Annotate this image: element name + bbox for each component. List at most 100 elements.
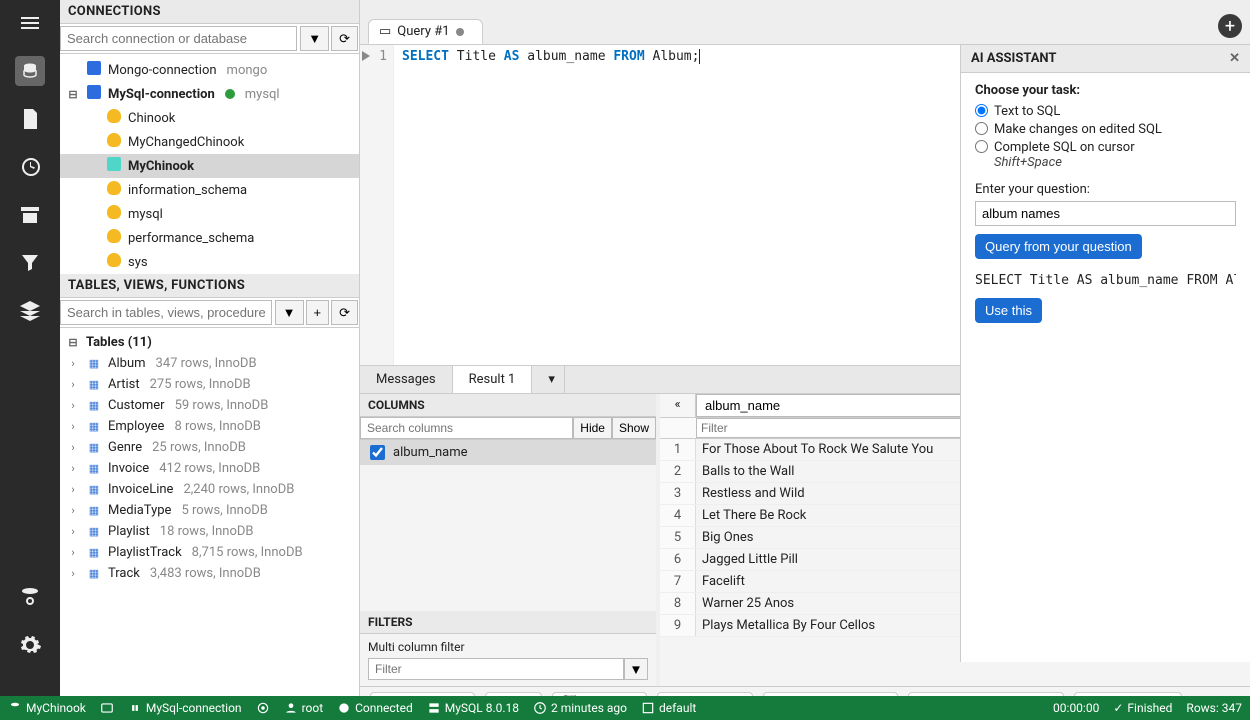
table-meta: 8 rows, InnoDB <box>174 419 260 434</box>
connection-item-active[interactable]: ⊟ MySql-connection mysql <box>60 82 359 106</box>
filter-icon[interactable] <box>15 248 45 278</box>
multi-filter-input[interactable] <box>368 658 624 680</box>
tab-bar: ● MyChinook × ▭ Query #1 + <box>360 0 1250 45</box>
table-item[interactable]: ›▦InvoiceLine2,240 rows, InnoDB <box>60 479 359 500</box>
database-item[interactable]: MyChangedChinook <box>60 130 359 154</box>
eye-database-icon[interactable] <box>15 582 45 612</box>
database-item[interactable]: Chinook <box>60 106 359 130</box>
table-item[interactable]: ›▦Genre25 rows, InnoDB <box>60 437 359 458</box>
expand-icon[interactable]: › <box>66 546 80 559</box>
table-item[interactable]: ›▦PlaylistTrack8,715 rows, InnoDB <box>60 542 359 563</box>
row-number: 3 <box>660 483 696 504</box>
history-icon[interactable] <box>15 152 45 182</box>
use-this-button[interactable]: Use this <box>975 298 1042 323</box>
question-input[interactable] <box>975 201 1236 226</box>
show-button[interactable]: Show <box>612 417 656 439</box>
table-item[interactable]: ›▦Track3,483 rows, InnoDB <box>60 563 359 584</box>
connection-refresh-icon[interactable]: ⟳ <box>331 26 358 51</box>
task-option-complete-sql[interactable]: Complete SQL on cursorShift+Space <box>975 140 1236 170</box>
status-target-icon[interactable] <box>256 701 270 715</box>
expand-icon[interactable]: › <box>66 441 80 454</box>
menu-icon[interactable] <box>15 8 45 38</box>
expand-icon[interactable]: › <box>66 525 80 538</box>
collapse-icon[interactable]: ⊟ <box>66 336 80 349</box>
table-item[interactable]: ›▦Invoice412 rows, InnoDB <box>60 458 359 479</box>
status-connected: Connected <box>337 701 413 715</box>
hide-button[interactable]: Hide <box>573 417 612 439</box>
table-name: Employee <box>108 419 164 434</box>
column-item[interactable]: album_name <box>360 440 656 465</box>
tab-result[interactable]: Result 1 <box>453 366 533 393</box>
tables-group[interactable]: ⊟ Tables (11) <box>60 332 359 353</box>
task-option-make-changes[interactable]: Make changes on edited SQL <box>975 122 1236 137</box>
connections-tree: Mongo-connection mongo ⊟ MySql-connectio… <box>60 54 359 274</box>
connections-header: CONNECTIONS <box>60 0 359 24</box>
settings-icon[interactable] <box>15 630 45 660</box>
task-option-text-to-sql[interactable]: Text to SQL <box>975 104 1236 119</box>
expand-icon[interactable]: › <box>66 483 80 496</box>
collapse-icon[interactable]: ⊟ <box>66 88 80 101</box>
query-from-question-button[interactable]: Query from your question <box>975 234 1142 259</box>
database-item-selected[interactable]: MyChinook <box>60 154 359 178</box>
tables-add-icon[interactable]: + <box>306 300 330 325</box>
row-number: 1 <box>660 439 696 460</box>
tab-messages[interactable]: Messages <box>360 366 453 393</box>
expand-icon[interactable]: › <box>66 504 80 517</box>
expand-icon[interactable]: › <box>66 420 80 433</box>
table-item[interactable]: ›▦MediaType5 rows, InnoDB <box>60 500 359 521</box>
close-icon[interactable]: ✕ <box>1229 51 1240 66</box>
expand-icon[interactable]: › <box>66 357 80 370</box>
database-item[interactable]: performance_schema <box>60 226 359 250</box>
table-item[interactable]: › ▦ Employee 8 rows, InnoDB <box>60 416 359 437</box>
status-elapsed: 00:00:00 <box>1053 701 1099 715</box>
database-item[interactable]: mysql <box>60 202 359 226</box>
tables-filter-icon[interactable]: ▼ <box>275 300 304 325</box>
new-tab-button[interactable]: + <box>1218 14 1242 38</box>
table-item[interactable]: ›▦Playlist18 rows, InnoDB <box>60 521 359 542</box>
connection-search-input[interactable] <box>60 26 297 51</box>
connection-label: Mongo-connection <box>108 63 217 78</box>
result-tab-menu-icon[interactable]: ▾ <box>532 366 565 393</box>
status-terminal-icon[interactable] <box>100 701 114 715</box>
table-name: MediaType <box>108 503 171 518</box>
enter-question-label: Enter your question: <box>975 182 1236 197</box>
filter-icon[interactable]: ▼ <box>624 658 648 680</box>
table-name: Playlist <box>108 524 150 539</box>
table-icon: ▦ <box>86 420 102 433</box>
status-conn[interactable]: MySql-connection <box>128 701 242 715</box>
connection-item[interactable]: Mongo-connection mongo <box>60 58 359 82</box>
database-icon[interactable] <box>15 56 45 86</box>
tables-refresh-icon[interactable]: ⟳ <box>331 300 358 325</box>
table-name: Track <box>108 566 140 581</box>
row-number: 2 <box>660 461 696 482</box>
columns-panel: COLUMNS Hide Show album_name FILTERS Mul… <box>360 394 660 686</box>
collapse-columns-icon[interactable]: « <box>660 394 696 417</box>
choose-task-label: Choose your task: <box>975 83 1236 98</box>
columns-title: COLUMNS <box>360 394 656 417</box>
run-line-icon[interactable] <box>362 51 370 61</box>
status-db[interactable]: MyChinook <box>8 701 86 715</box>
columns-search-input[interactable] <box>360 417 573 439</box>
document-icon[interactable] <box>15 104 45 134</box>
expand-icon[interactable]: › <box>66 378 80 391</box>
tables-search-input[interactable] <box>60 300 272 325</box>
database-item[interactable]: information_schema <box>60 178 359 202</box>
layers-icon[interactable] <box>15 296 45 326</box>
table-icon: ▦ <box>86 567 102 580</box>
nav-rail <box>0 0 60 720</box>
query-tab[interactable]: ▭ Query #1 <box>368 19 483 44</box>
connection-filter-icon[interactable]: ▼ <box>300 26 329 51</box>
table-item[interactable]: ›▦Album347 rows, InnoDB <box>60 353 359 374</box>
expand-icon[interactable]: › <box>66 462 80 475</box>
table-name: PlaylistTrack <box>108 545 182 560</box>
table-item[interactable]: ›▦Customer59 rows, InnoDB <box>60 395 359 416</box>
expand-icon[interactable]: › <box>66 399 80 412</box>
column-label: album_name <box>393 445 468 460</box>
database-item[interactable]: sys <box>60 250 359 274</box>
archive-icon[interactable] <box>15 200 45 230</box>
table-item[interactable]: ›▦Artist275 rows, InnoDB <box>60 374 359 395</box>
row-number: 5 <box>660 527 696 548</box>
column-checkbox[interactable] <box>370 445 385 460</box>
table-meta: 275 rows, InnoDB <box>150 377 251 392</box>
expand-icon[interactable]: › <box>66 567 80 580</box>
